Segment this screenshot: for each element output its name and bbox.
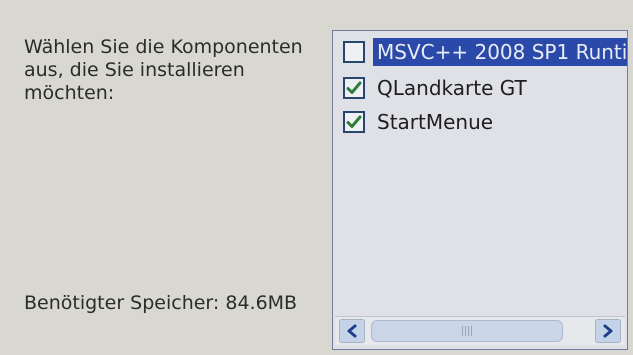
component-label-startmenue: StartMenue [377, 110, 494, 134]
component-label-msvc: MSVC++ 2008 SP1 Runtime [373, 38, 627, 66]
grip-icon [462, 326, 472, 336]
checkmark-icon [346, 115, 362, 128]
arrow-left-icon [347, 324, 357, 338]
component-checkbox-msvc[interactable] [343, 41, 365, 63]
component-label-qlandkarte: QLandkarte GT [377, 76, 527, 100]
scrollbar-thumb[interactable] [371, 320, 563, 342]
components-description: Wählen Sie die Komponenten aus, die Sie … [24, 36, 303, 104]
component-item-msvc[interactable]: MSVC++ 2008 SP1 Runtime [343, 37, 627, 67]
component-item-startmenue[interactable]: StartMenue [343, 107, 497, 137]
component-checkbox-startmenue[interactable] [343, 111, 365, 133]
arrow-right-icon [603, 324, 613, 338]
space-required-label: Benötigter Speicher: 84.6MB [24, 292, 298, 314]
component-tree[interactable]: MSVC++ 2008 SP1 Runtime QLandkarte GT St… [332, 30, 628, 350]
horizontal-scrollbar[interactable] [335, 316, 625, 345]
checkmark-icon [346, 81, 362, 94]
component-checkbox-qlandkarte[interactable] [343, 77, 365, 99]
component-item-qlandkarte[interactable]: QLandkarte GT [343, 73, 531, 103]
scroll-left-button[interactable] [339, 319, 365, 343]
scroll-right-button[interactable] [595, 319, 621, 343]
